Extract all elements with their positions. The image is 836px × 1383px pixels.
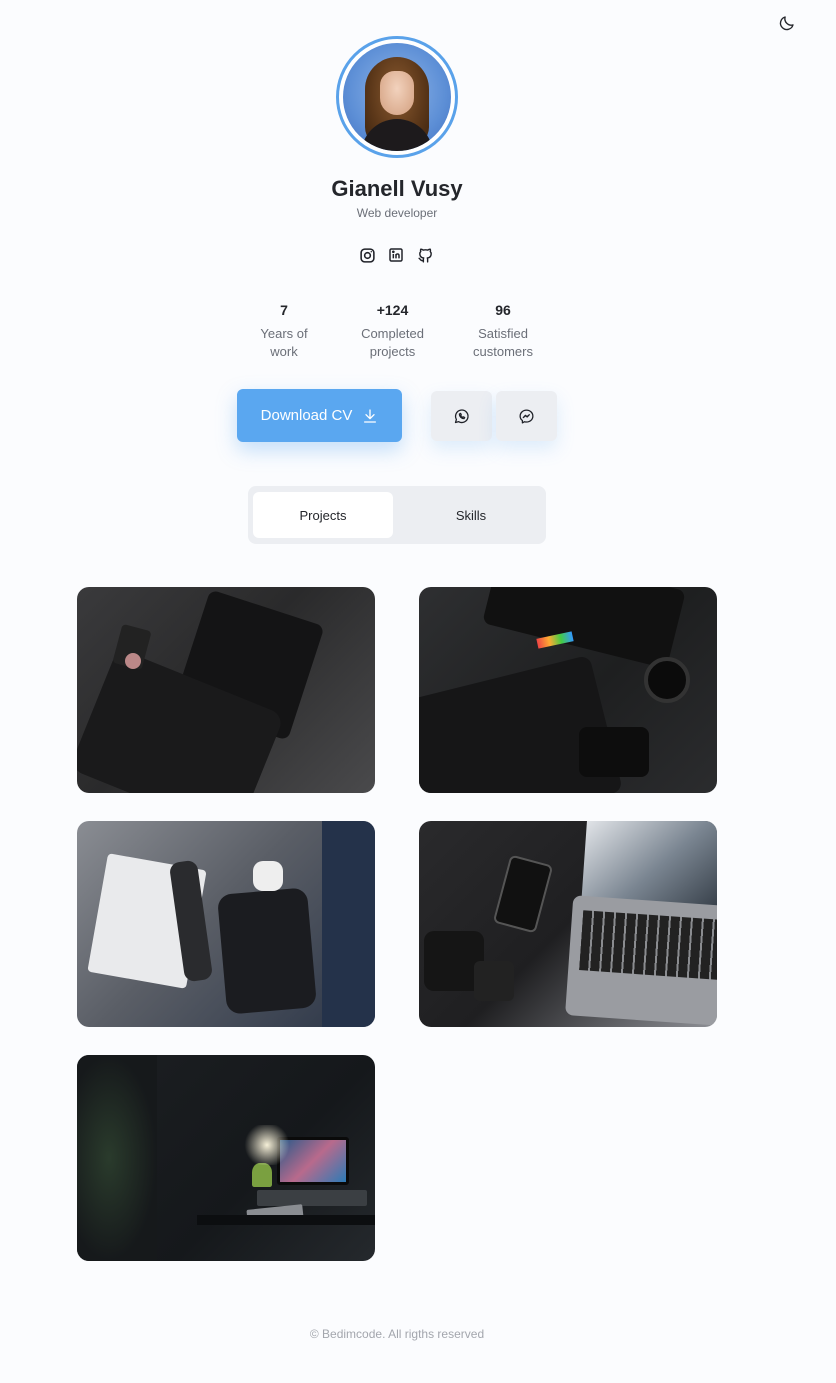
- section-tabs: Projects Skills: [248, 486, 546, 544]
- tab-skills[interactable]: Skills: [401, 492, 541, 538]
- stat-label-line2: projects: [369, 344, 416, 359]
- whatsapp-icon: [454, 408, 469, 423]
- project-card[interactable]: [77, 1055, 375, 1261]
- messenger-button[interactable]: [496, 391, 557, 441]
- stat-years: 7 Years of work: [254, 302, 314, 361]
- avatar-frame: [336, 36, 458, 158]
- project-card[interactable]: [77, 821, 375, 1027]
- stat-label-line1: Satisfied: [478, 326, 528, 341]
- social-links: [358, 246, 434, 264]
- download-cv-label: Download CV: [260, 407, 353, 424]
- profile-role: Web developer: [356, 206, 438, 220]
- messenger-icon: [519, 408, 534, 424]
- stat-label-line2: customers: [473, 344, 533, 359]
- stat-customers: 96 Satisfied customers: [459, 302, 547, 361]
- avatar: [343, 43, 451, 151]
- project-card[interactable]: [77, 587, 375, 793]
- linkedin-link[interactable]: [387, 246, 405, 264]
- github-icon: [417, 247, 432, 263]
- whatsapp-button[interactable]: [431, 391, 492, 441]
- stat-value: +124: [376, 302, 409, 318]
- stat-label-line2: work: [270, 344, 298, 359]
- footer-copyright: © Bedimcode. All rigths reserved: [309, 1327, 485, 1341]
- instagram-icon: [359, 247, 375, 263]
- linkedin-icon: [389, 248, 403, 262]
- profile-name: Gianell Vusy: [331, 176, 463, 201]
- instagram-link[interactable]: [358, 246, 376, 264]
- download-icon: [364, 408, 377, 423]
- stat-label-line1: Years of: [260, 326, 308, 341]
- stat-value: 96: [495, 302, 511, 318]
- project-card[interactable]: [419, 587, 717, 793]
- stat-projects: +124 Completed projects: [338, 302, 447, 361]
- download-cv-button[interactable]: Download CV: [237, 389, 402, 442]
- stat-value: 7: [280, 302, 288, 318]
- project-card[interactable]: [419, 821, 717, 1027]
- tab-projects[interactable]: Projects: [253, 492, 393, 538]
- stat-label-line1: Completed: [361, 326, 424, 341]
- moon-icon: [779, 16, 794, 31]
- theme-toggle-button[interactable]: [776, 12, 798, 34]
- stats-row: 7 Years of work +124 Completed projects …: [254, 302, 547, 361]
- github-link[interactable]: [416, 246, 434, 264]
